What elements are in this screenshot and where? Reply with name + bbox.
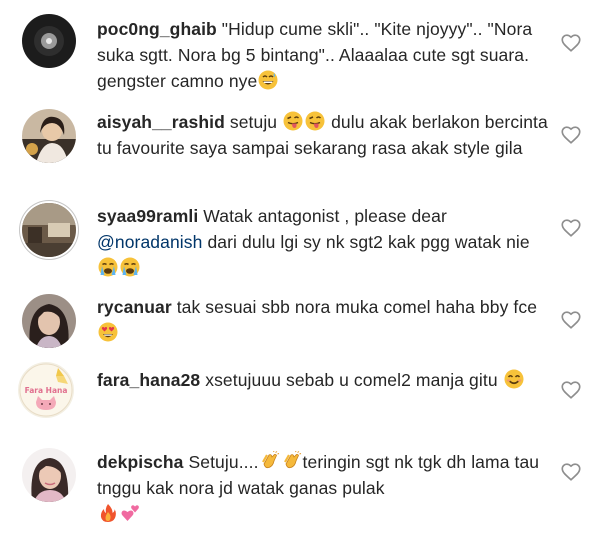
comment-username[interactable]: dekpischa bbox=[97, 452, 184, 472]
winking-tongue-emoji bbox=[283, 111, 303, 131]
like-heart-icon[interactable] bbox=[560, 379, 582, 401]
fire-emoji bbox=[98, 503, 118, 523]
comment-username[interactable]: aisyah__rashid bbox=[97, 112, 225, 132]
avatar[interactable]: Fara Hana bbox=[18, 362, 74, 418]
like-heart-icon[interactable] bbox=[560, 217, 582, 239]
comment-text: syaa99ramli Watak antagonist , please de… bbox=[97, 203, 552, 281]
comment-text: aisyah__rashid setuju dulu akak berlakon… bbox=[97, 109, 552, 161]
crying-face-emoji bbox=[120, 257, 140, 277]
mention-link[interactable]: @noradanish bbox=[97, 232, 202, 252]
comment-body-start: Setuju.... bbox=[188, 452, 259, 472]
like-heart-icon[interactable] bbox=[560, 309, 582, 331]
comment-text: rycanuar tak sesuai sbb nora muka comel … bbox=[97, 294, 552, 346]
comment-body: xsetujuuu sebab u comel2 manja gitu bbox=[205, 370, 498, 390]
crying-face-emoji bbox=[98, 257, 118, 277]
clapping-hands-emoji bbox=[282, 451, 302, 471]
comment-username[interactable]: poc0ng_ghaib bbox=[97, 19, 217, 39]
comment-body: tak sesuai sbb nora muka comel haha bby … bbox=[176, 297, 538, 317]
grinning-sweat-emoji bbox=[258, 70, 278, 90]
avatar[interactable] bbox=[22, 203, 76, 257]
smiling-face-emoji bbox=[504, 369, 524, 389]
comment-username[interactable]: rycanuar bbox=[97, 297, 172, 317]
like-heart-icon[interactable] bbox=[560, 124, 582, 146]
avatar-caption: Fara Hana bbox=[25, 386, 68, 395]
comment-body-end: dari dulu lgi sy nk sgt2 kak pgg watak n… bbox=[207, 232, 530, 252]
comment-body-start: setuju bbox=[229, 112, 278, 132]
comment-text: poc0ng_ghaib "Hidup cume skli".. "Kite n… bbox=[97, 16, 552, 94]
comment-body-start: Watak antagonist , please dear bbox=[203, 206, 447, 226]
like-heart-icon[interactable] bbox=[560, 32, 582, 54]
comment-username[interactable]: syaa99ramli bbox=[97, 206, 198, 226]
winking-tongue-emoji bbox=[305, 111, 325, 131]
avatar[interactable] bbox=[22, 448, 76, 502]
comment-username[interactable]: fara_hana28 bbox=[97, 370, 200, 390]
two-hearts-emoji bbox=[120, 503, 140, 523]
like-heart-icon[interactable] bbox=[560, 461, 582, 483]
clapping-hands-emoji bbox=[260, 451, 280, 471]
avatar[interactable] bbox=[22, 294, 76, 348]
comment-text: dekpischa Setuju.... teringin sgt nk tgk … bbox=[97, 449, 552, 527]
avatar[interactable] bbox=[22, 14, 76, 68]
comment-text: fara_hana28 xsetujuuu sebab u comel2 man… bbox=[97, 367, 552, 393]
avatar[interactable] bbox=[22, 109, 76, 163]
heart-eyes-emoji bbox=[98, 322, 118, 342]
